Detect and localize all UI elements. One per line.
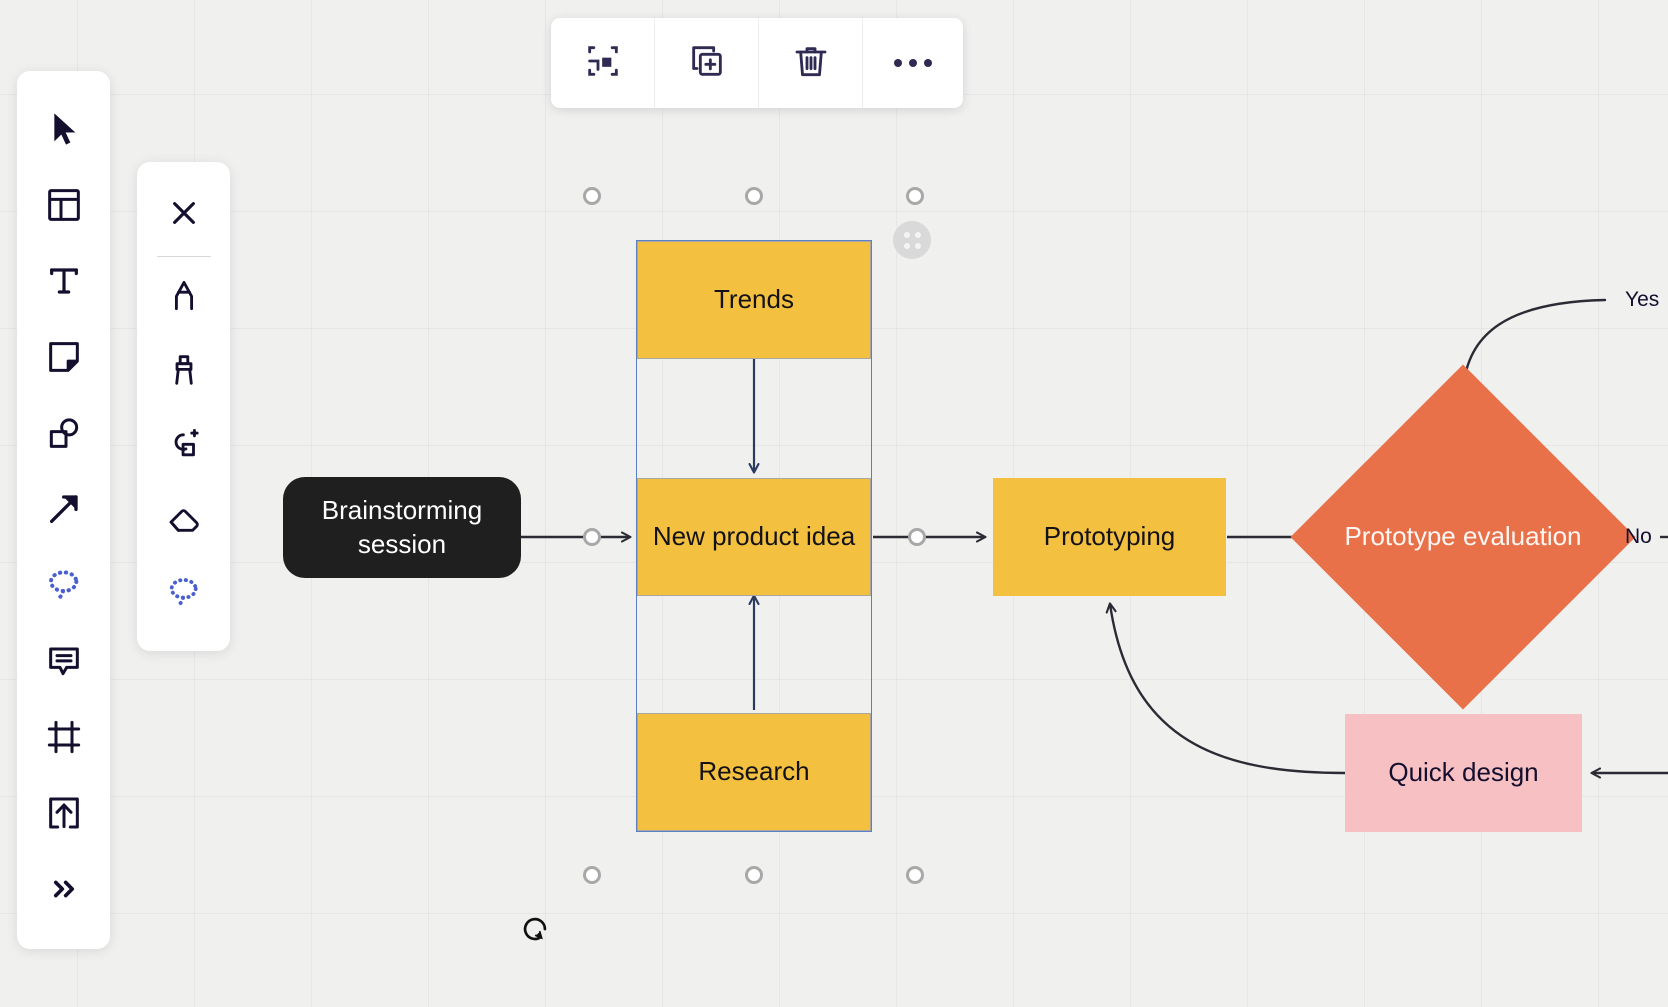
trash-icon xyxy=(791,41,831,86)
node-new-product-idea[interactable]: New product idea xyxy=(637,478,871,596)
connector-dot-left[interactable] xyxy=(583,528,601,546)
node-label: Brainstorming session xyxy=(321,495,483,559)
duplicate-button[interactable] xyxy=(655,18,759,108)
node-quick-design[interactable]: Quick design xyxy=(1345,714,1582,832)
node-label: Quick design xyxy=(1388,757,1539,788)
smart-shape-icon xyxy=(165,425,203,468)
drag-grip-handle[interactable] xyxy=(893,221,931,259)
pen-tool-pen[interactable] xyxy=(137,261,230,335)
tool-connector[interactable] xyxy=(17,473,110,549)
comment-icon xyxy=(44,641,84,686)
node-prototyping[interactable]: Prototyping xyxy=(993,478,1226,596)
chevrons-right-icon xyxy=(47,872,81,911)
edge-label-no: No xyxy=(1625,525,1652,548)
node-prototype-evaluation[interactable]: Prototype evaluation xyxy=(1290,364,1636,710)
pen-icon xyxy=(165,277,203,320)
frame-icon xyxy=(583,41,623,86)
node-brainstorming-session[interactable]: Brainstorming session xyxy=(283,477,521,578)
rotate-handle[interactable] xyxy=(518,912,552,946)
pen-toolbar-close[interactable] xyxy=(137,178,230,252)
lasso-icon xyxy=(44,565,84,610)
resize-handle-bottom-right[interactable] xyxy=(906,866,924,884)
node-label: Prototyping xyxy=(1043,521,1176,552)
node-label: New product idea xyxy=(652,521,856,552)
text-icon xyxy=(44,261,84,306)
tool-shapes[interactable] xyxy=(17,397,110,473)
lasso-icon xyxy=(165,573,203,616)
shapes-icon xyxy=(44,413,84,458)
context-toolbar[interactable] xyxy=(551,18,963,108)
upload-icon xyxy=(44,793,84,838)
ellipsis-icon xyxy=(894,59,932,67)
delete-button[interactable] xyxy=(759,18,863,108)
frame-tool-icon xyxy=(44,717,84,762)
pen-tool-smart-draw[interactable] xyxy=(137,409,230,483)
tool-text[interactable] xyxy=(17,245,110,321)
resize-handle-bottom-left[interactable] xyxy=(583,866,601,884)
edge-label-yes: Yes xyxy=(1625,288,1660,311)
eraser-icon xyxy=(165,499,203,542)
template-icon xyxy=(44,185,84,230)
resize-handle-bottom-center[interactable] xyxy=(745,866,763,884)
pen-tool-lasso[interactable] xyxy=(137,557,230,631)
node-label: Trends xyxy=(714,284,794,315)
tool-upload[interactable] xyxy=(17,777,110,853)
pen-tool-marker[interactable] xyxy=(137,335,230,409)
tool-templates[interactable] xyxy=(17,169,110,245)
pen-tool-eraser[interactable] xyxy=(137,483,230,557)
tool-sticky-note[interactable] xyxy=(17,321,110,397)
tool-pen[interactable] xyxy=(17,549,110,625)
resize-handle-top-center[interactable] xyxy=(745,187,763,205)
close-icon xyxy=(167,196,201,235)
resize-handle-top-left[interactable] xyxy=(583,187,601,205)
resize-handle-top-right[interactable] xyxy=(906,187,924,205)
cursor-icon xyxy=(44,109,84,154)
node-label: Research xyxy=(698,756,810,787)
connector-dot-right[interactable] xyxy=(908,528,926,546)
pen-toolbar-divider xyxy=(156,256,211,257)
node-research[interactable]: Research xyxy=(637,713,871,831)
pen-toolbar[interactable] xyxy=(137,162,230,651)
marker-icon xyxy=(165,351,203,394)
main-toolbar[interactable] xyxy=(17,71,110,949)
tool-more[interactable] xyxy=(17,853,110,929)
frame-selection-button[interactable] xyxy=(551,18,655,108)
more-options-button[interactable] xyxy=(863,18,963,108)
arrow-icon xyxy=(44,489,84,534)
tool-frame[interactable] xyxy=(17,701,110,777)
whiteboard-canvas[interactable]: Brainstorming session Trends New product… xyxy=(0,0,1668,1007)
sticky-note-icon xyxy=(44,337,84,382)
node-trends[interactable]: Trends xyxy=(637,241,871,359)
tool-comment[interactable] xyxy=(17,625,110,701)
tool-select[interactable] xyxy=(17,93,110,169)
duplicate-icon xyxy=(687,41,727,86)
node-label: Prototype evaluation xyxy=(1344,521,1582,552)
